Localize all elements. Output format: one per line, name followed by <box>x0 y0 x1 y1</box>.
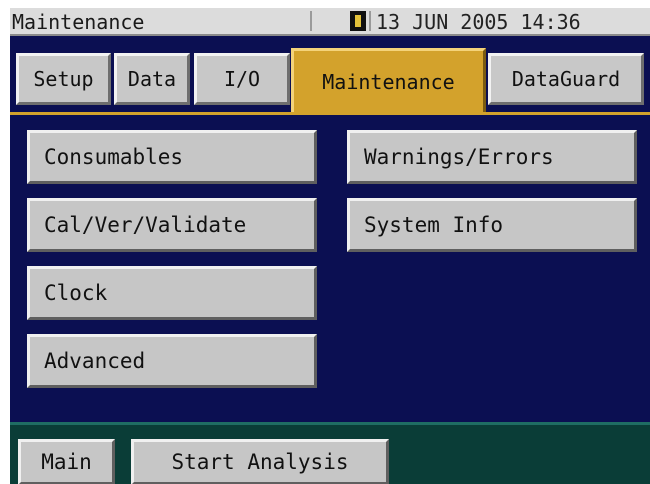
consumables-button[interactable]: Consumables <box>27 130 317 184</box>
tab-bar: Setup Data I/O Maintenance DataGuard <box>10 48 650 116</box>
system-info-button[interactable]: System Info <box>347 198 637 252</box>
tab-data[interactable]: Data <box>114 53 190 105</box>
advanced-button[interactable]: Advanced <box>27 334 317 388</box>
tab-io[interactable]: I/O <box>194 53 290 105</box>
status-indicator-icon <box>350 11 366 31</box>
tab-divider <box>10 112 650 115</box>
main-button[interactable]: Main <box>18 439 115 484</box>
tab-maintenance[interactable]: Maintenance <box>291 48 486 112</box>
bottom-bar: Main Start Analysis <box>10 422 650 484</box>
tab-dataguard[interactable]: DataGuard <box>488 53 644 105</box>
window-title: Maintenance <box>12 10 145 34</box>
title-bar: Maintenance 13 JUN 2005 14:36 <box>10 8 650 36</box>
datetime-display: 13 JUN 2005 14:36 <box>376 10 581 34</box>
start-analysis-button[interactable]: Start Analysis <box>131 439 389 484</box>
warnings-errors-button[interactable]: Warnings/Errors <box>347 130 637 184</box>
instrument-screen: Maintenance 13 JUN 2005 14:36 Setup Data… <box>10 8 650 484</box>
title-separator <box>310 11 312 31</box>
clock-button[interactable]: Clock <box>27 266 317 320</box>
clock-separator <box>369 11 371 31</box>
cal-ver-validate-button[interactable]: Cal/Ver/Validate <box>27 198 317 252</box>
tab-setup[interactable]: Setup <box>16 53 111 105</box>
